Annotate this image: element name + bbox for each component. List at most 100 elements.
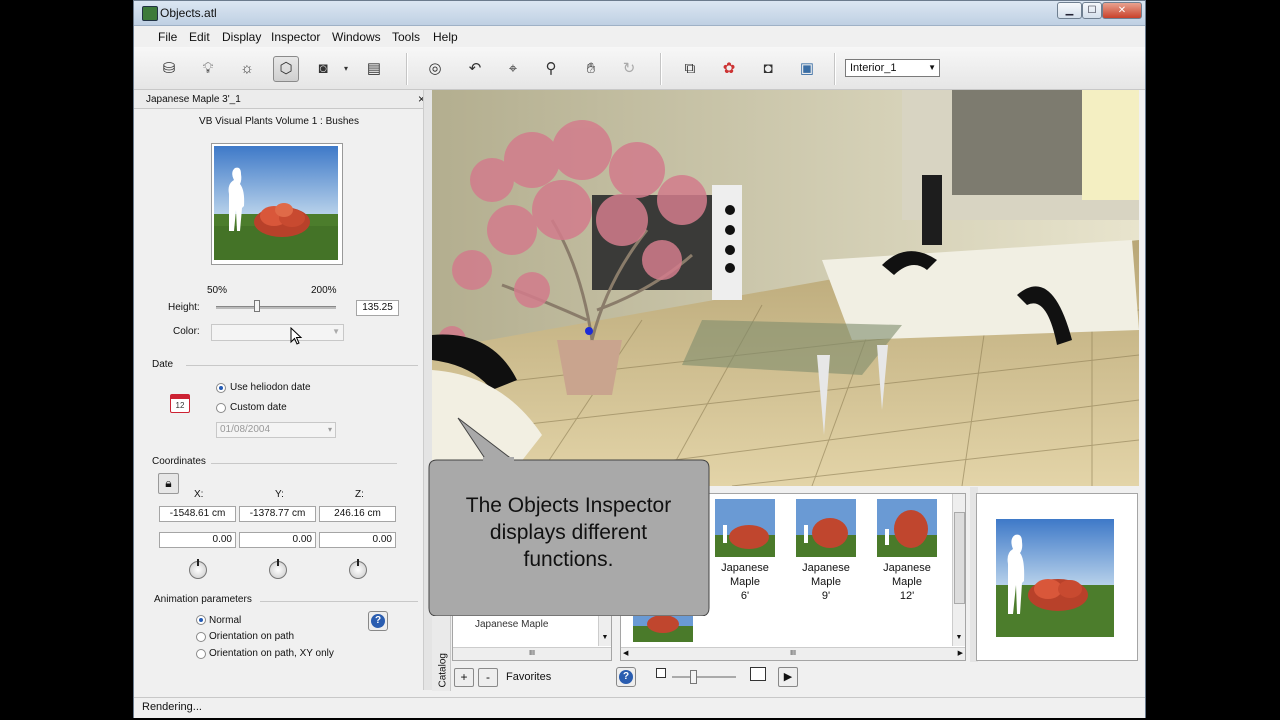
light-bulb-icon[interactable]: 💡︎ — [195, 56, 221, 82]
anim-path-label: Orientation on path — [209, 631, 295, 642]
y-rotation-dial[interactable] — [269, 559, 287, 579]
document-icon[interactable]: ▤ — [361, 56, 387, 82]
thumb-image-6ft[interactable] — [715, 499, 775, 557]
use-heliodon-radio[interactable] — [216, 383, 226, 393]
sun-icon[interactable]: ☼ — [234, 56, 260, 82]
use-heliodon-label: Use heliodon date — [230, 382, 311, 393]
scroll-down-icon[interactable]: ▼ — [599, 634, 611, 641]
menu-display[interactable]: Display — [222, 30, 261, 44]
x-rotation-field[interactable]: 0.00 — [159, 532, 236, 548]
crop-icon[interactable]: ⌖ — [500, 56, 526, 82]
date-dropdown-icon: ▾ — [327, 425, 332, 434]
cube-icon[interactable]: ⬡ — [273, 56, 299, 82]
date-section-label: Date — [152, 359, 174, 370]
3d-viewport[interactable] — [432, 90, 1139, 486]
height-slider-thumb[interactable] — [254, 300, 260, 312]
scale-max-label: 200% — [311, 285, 337, 296]
catalog-help-button[interactable]: ? — [616, 667, 636, 687]
window-grid-icon[interactable]: ⧉ — [677, 56, 703, 82]
menu-windows[interactable]: Windows — [332, 30, 381, 44]
height-label: Height: — [168, 302, 200, 313]
title-bar: Objects.atl ▁ ☐ ✕ — [134, 1, 1145, 26]
catalog-preview — [976, 493, 1138, 661]
main-toolbar: ⛁ 💡︎ ☼ ⬡ ◙ ▾ ▤ ◎ ↶ ⌖ ⚲ ✋︎ ↻ ⧉ ✿ ◘ ▣ Inte… — [134, 47, 1145, 90]
thumb-size-slider-handle[interactable] — [690, 670, 697, 684]
zoom-icon[interactable]: ⚲ — [538, 56, 564, 82]
pan-hand-icon[interactable]: ✋︎ — [578, 56, 604, 82]
mouse-cursor-icon — [290, 327, 303, 345]
tutorial-callout: The Objects Inspector displays different… — [425, 456, 712, 616]
object-preview — [211, 143, 343, 265]
paint-bucket-icon[interactable]: ⛁ — [156, 56, 182, 82]
z-rotation-field[interactable]: 0.00 — [319, 532, 396, 548]
x-rotation-dial[interactable] — [189, 559, 207, 579]
menu-bar: File Edit Display Inspector Windows Tool… — [134, 26, 1145, 47]
palette-icon[interactable]: ✿ — [716, 56, 742, 82]
thumbs-scrollbar[interactable]: ▼ — [952, 494, 965, 646]
menu-file[interactable]: File — [158, 30, 177, 44]
thumb-image-12ft[interactable] — [877, 499, 937, 557]
callout-text: The Objects Inspector displays different… — [465, 494, 672, 571]
orbit-icon[interactable]: ◎ — [422, 56, 448, 82]
thumb-label-6ft: Japanese Maple 6' — [721, 562, 769, 602]
window-title: Objects.atl — [160, 6, 217, 20]
camera-icon[interactable]: ◙ — [310, 56, 336, 82]
menu-help[interactable]: Help — [433, 30, 458, 44]
height-field[interactable]: 135.25 — [356, 300, 399, 316]
help-icon: ? — [371, 614, 385, 628]
custom-date-radio[interactable] — [216, 403, 226, 413]
minimize-button[interactable]: ▁ — [1057, 2, 1082, 19]
close-button[interactable]: ✕ — [1102, 2, 1142, 19]
thumb-image-9ft[interactable] — [796, 499, 856, 557]
render-camera-icon[interactable]: ◘ — [755, 56, 781, 82]
status-bar: Rendering... — [134, 697, 1145, 718]
maximize-button[interactable]: ☐ — [1082, 2, 1102, 19]
undo-rotate-icon[interactable]: ↶ — [462, 56, 488, 82]
menu-edit[interactable]: Edit — [189, 30, 210, 44]
menu-tools[interactable]: Tools — [392, 30, 420, 44]
remove-favorite-button[interactable]: - — [478, 668, 498, 687]
z-rotation-dial[interactable] — [349, 559, 367, 579]
z-coordinate-field[interactable]: 246.16 cm — [319, 506, 396, 522]
animation-section-label: Animation parameters — [154, 594, 252, 605]
view-select[interactable]: Interior_1 ▼ — [845, 59, 940, 77]
redo-icon[interactable]: ↻ — [616, 56, 642, 82]
tree-hscrollbar[interactable]: III — [453, 647, 611, 660]
color-select[interactable]: ▼ — [211, 324, 344, 341]
x-coordinate-field[interactable]: -1548.61 cm — [159, 506, 236, 522]
preview-image — [214, 146, 338, 260]
scroll-right-icon: ▶ — [957, 650, 963, 657]
scroll-down-icon[interactable]: ▼ — [953, 634, 965, 641]
thumbs-hscrollbar[interactable]: ◀ III ▶ — [621, 647, 965, 660]
anim-normal-radio[interactable] — [196, 615, 206, 625]
scroll-thumb[interactable] — [954, 512, 965, 604]
object-name: Japanese Maple 3'_1 — [146, 94, 241, 105]
play-icon[interactable]: ▶ — [778, 667, 798, 687]
help-button[interactable]: ? — [368, 611, 388, 631]
calendar-icon: 12 — [170, 393, 190, 413]
small-thumb-icon[interactable] — [656, 668, 666, 678]
library-name: VB Visual Plants Volume 1 : Bushes — [199, 116, 359, 127]
y-rotation-field[interactable]: 0.00 — [239, 532, 316, 548]
anim-path-xy-label: Orientation on path, XY only — [209, 648, 334, 659]
anim-path-xy-radio[interactable] — [196, 649, 206, 659]
z-label: Z: — [355, 489, 364, 500]
y-coordinate-field[interactable]: -1378.77 cm — [239, 506, 316, 522]
large-thumb-icon[interactable] — [750, 667, 766, 681]
custom-date-field[interactable]: 01/08/2004 ▾ — [216, 422, 336, 438]
thumb-image-partial[interactable] — [633, 612, 693, 642]
camera-menu-icon[interactable]: ▾ — [339, 56, 353, 82]
landscape-icon[interactable]: ▣ — [794, 56, 820, 82]
lock-icon[interactable]: 🔒︎ — [158, 473, 179, 494]
anim-path-radio[interactable] — [196, 632, 206, 642]
coordinates-section-label: Coordinates — [152, 456, 206, 467]
add-favorite-button[interactable]: + — [454, 668, 474, 687]
app-icon — [142, 6, 158, 21]
menu-inspector[interactable]: Inspector — [271, 30, 320, 44]
tree-item-japanese-maple[interactable]: Japanese Maple — [475, 619, 548, 630]
catalog-preview-image — [996, 519, 1114, 637]
status-text: Rendering... — [142, 701, 202, 713]
thumb-size-slider[interactable] — [672, 676, 736, 678]
height-slider-track — [216, 306, 336, 309]
favorites-label: Favorites — [506, 671, 552, 683]
